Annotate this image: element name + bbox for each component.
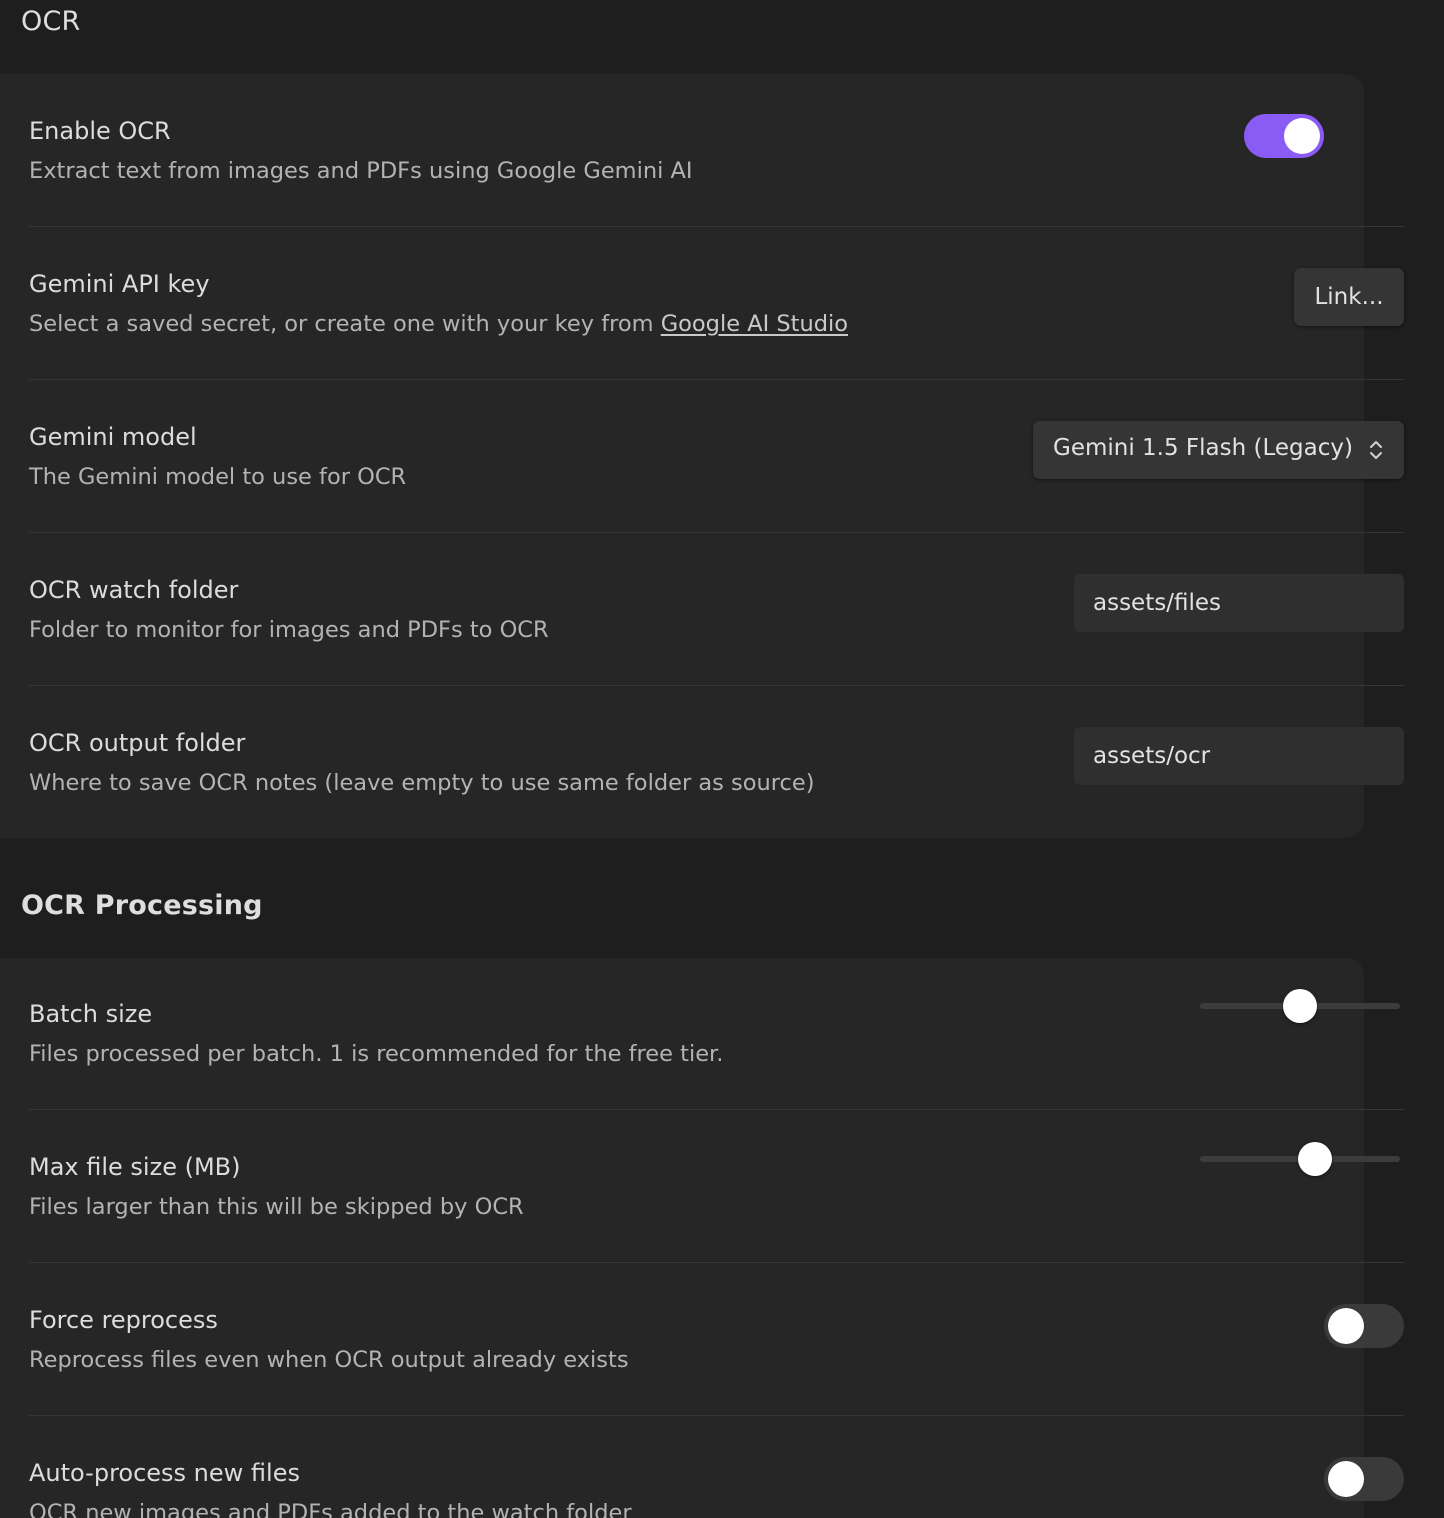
setting-batch-size: Batch size Files processed per batch. 1 … <box>29 958 1404 1111</box>
auto-process-toggle[interactable] <box>1324 1457 1404 1501</box>
setting-description: OCR new images and PDFs added to the wat… <box>29 1500 632 1518</box>
setting-output-folder: OCR output folder Where to save OCR note… <box>29 686 1404 839</box>
batch-size-slider[interactable] <box>1200 988 1400 1024</box>
setting-gemini-model: Gemini model The Gemini model to use for… <box>29 380 1404 533</box>
setting-force-reprocess: Force reprocess Reprocess files even whe… <box>29 1264 1404 1417</box>
setting-label: Gemini model <box>29 423 197 451</box>
setting-label: Gemini API key <box>29 270 210 298</box>
setting-label: Max file size (MB) <box>29 1153 241 1181</box>
slider-thumb[interactable] <box>1283 989 1317 1023</box>
settings-page: OCR Enable OCR Extract text from images … <box>0 0 1444 1518</box>
toggle-knob <box>1284 118 1320 154</box>
gemini-model-select[interactable]: Gemini 1.5 Flash (Legacy) <box>1033 421 1404 479</box>
toggle-knob <box>1328 1308 1364 1344</box>
toggle-knob <box>1328 1461 1364 1497</box>
divider <box>29 1415 1404 1416</box>
section-heading-ocr-processing: OCR Processing <box>21 890 263 921</box>
setting-description: Select a saved secret, or create one wit… <box>29 311 848 337</box>
setting-label: OCR watch folder <box>29 576 239 604</box>
output-folder-input[interactable] <box>1074 727 1404 785</box>
setting-description: Folder to monitor for images and PDFs to… <box>29 617 549 643</box>
selected-value: Gemini 1.5 Flash (Legacy) <box>1053 435 1353 461</box>
chevron-up-down-icon <box>1370 441 1382 459</box>
max-file-size-slider[interactable] <box>1200 1141 1400 1177</box>
setting-watch-folder: OCR watch folder Folder to monitor for i… <box>29 533 1404 686</box>
slider-thumb[interactable] <box>1298 1142 1332 1176</box>
google-ai-studio-link[interactable]: Google AI Studio <box>661 311 848 337</box>
setting-auto-process: Auto-process new files OCR new images an… <box>29 1417 1404 1518</box>
watch-folder-input[interactable] <box>1074 574 1404 632</box>
description-text: Select a saved secret, or create one wit… <box>29 311 661 337</box>
enable-ocr-toggle[interactable] <box>1244 114 1324 158</box>
divider <box>29 1109 1404 1110</box>
setting-description: Files processed per batch. 1 is recommen… <box>29 1041 724 1067</box>
setting-label: OCR output folder <box>29 729 246 757</box>
setting-label: Enable OCR <box>29 117 171 145</box>
setting-description: The Gemini model to use for OCR <box>29 464 407 490</box>
link-secret-button[interactable]: Link... <box>1294 268 1404 326</box>
setting-label: Auto-process new files <box>29 1459 300 1487</box>
force-reprocess-toggle[interactable] <box>1324 1304 1404 1348</box>
divider <box>29 1262 1404 1263</box>
setting-description: Files larger than this will be skipped b… <box>29 1194 524 1220</box>
setting-description: Extract text from images and PDFs using … <box>29 158 693 184</box>
section-heading-ocr: OCR <box>21 6 81 37</box>
setting-description: Where to save OCR notes (leave empty to … <box>29 770 815 796</box>
setting-max-file-size: Max file size (MB) Files larger than thi… <box>29 1111 1404 1264</box>
setting-description: Reprocess files even when OCR output alr… <box>29 1347 629 1373</box>
setting-gemini-api-key: Gemini API key Select a saved secret, or… <box>29 227 1404 380</box>
setting-enable-ocr: Enable OCR Extract text from images and … <box>29 74 1324 227</box>
setting-label: Force reprocess <box>29 1306 218 1334</box>
setting-label: Batch size <box>29 1000 153 1028</box>
